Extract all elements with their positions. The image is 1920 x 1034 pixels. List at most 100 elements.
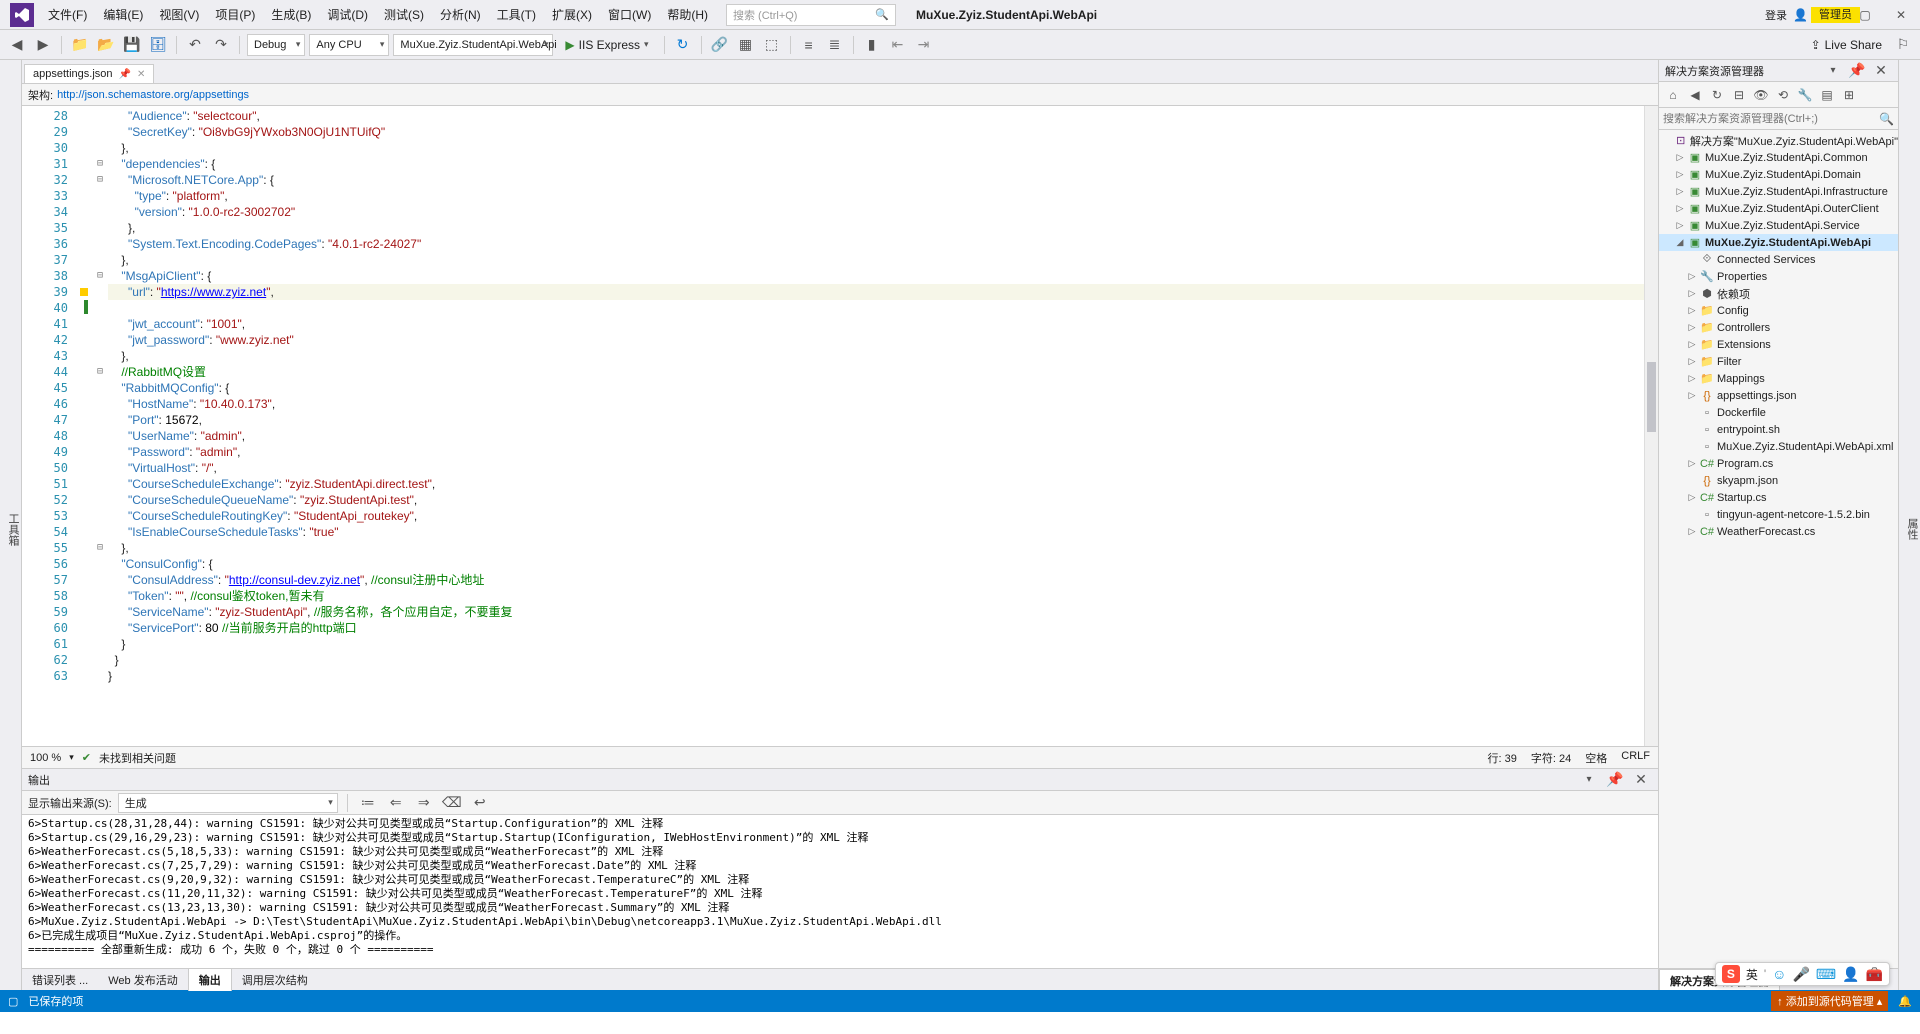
tb-icon-3[interactable]: ≡	[798, 34, 820, 56]
se-collapse-icon[interactable]: ⊟	[1729, 85, 1749, 105]
tb-icon-4[interactable]: ≣	[824, 34, 846, 56]
output-wrap-icon[interactable]: ↩	[469, 792, 491, 814]
tree-row[interactable]: ▷📁Extensions	[1659, 336, 1898, 353]
code-editor[interactable]: 2829303132333435363738394041424344454647…	[22, 106, 1658, 746]
bottom-tab-3[interactable]: 调用层次结构	[232, 969, 318, 991]
config-dropdown[interactable]: Debug	[247, 34, 305, 56]
run-button[interactable]: ▶ IIS Express ▾	[557, 34, 656, 56]
tree-row[interactable]: ▫MuXue.Zyiz.StudentApi.WebApi.xml	[1659, 438, 1898, 455]
new-project-button[interactable]: 📁	[69, 34, 91, 56]
editor-tab-appsettings[interactable]: appsettings.json 📌 ✕	[24, 64, 154, 83]
tree-row[interactable]: ▷🔧Properties	[1659, 268, 1898, 285]
output-next-icon[interactable]: ⇒	[413, 792, 435, 814]
se-home-icon[interactable]: ⌂	[1663, 85, 1683, 105]
ime-emoji-icon[interactable]: ☺	[1772, 966, 1786, 982]
menu-扩展(X)[interactable]: 扩展(X)	[544, 4, 600, 26]
menu-分析(N)[interactable]: 分析(N)	[432, 4, 489, 26]
vertical-scrollbar[interactable]	[1644, 106, 1658, 746]
se-pin-icon[interactable]: 📌	[1846, 60, 1868, 82]
startup-dropdown[interactable]: MuXue.Zyiz.StudentApi.WebApi	[393, 34, 553, 56]
refresh-button[interactable]: ↻	[672, 34, 694, 56]
menu-视图(V)[interactable]: 视图(V)	[151, 4, 207, 26]
bottom-tab-0[interactable]: 错误列表 ...	[22, 969, 98, 991]
tb-icon-1[interactable]: ▦	[735, 34, 757, 56]
close-icon[interactable]: ✕	[137, 69, 145, 80]
ime-user-icon[interactable]: 👤	[1842, 966, 1859, 983]
tree-row[interactable]: ▷📁Filter	[1659, 353, 1898, 370]
left-side-tab-toolbox[interactable]: 工具箱	[0, 60, 22, 990]
se-close-icon[interactable]: ✕	[1870, 60, 1892, 82]
sb-notif-icon[interactable]: 🔔	[1898, 995, 1912, 1008]
tree-row[interactable]: ▷C#Startup.cs	[1659, 489, 1898, 506]
tree-row[interactable]: ▷⬢依赖项	[1659, 285, 1898, 302]
menu-工具(T)[interactable]: 工具(T)	[489, 4, 544, 26]
save-button[interactable]: 💾	[121, 34, 143, 56]
tree-row[interactable]: ⟐Connected Services	[1659, 251, 1898, 268]
ime-voice-icon[interactable]: 🎤	[1792, 966, 1809, 983]
eol-mode[interactable]: CRLF	[1621, 750, 1650, 766]
menu-窗口(W)[interactable]: 窗口(W)	[600, 4, 659, 26]
redo-button[interactable]: ↷	[210, 34, 232, 56]
tree-row[interactable]: ▫Dockerfile	[1659, 404, 1898, 421]
tree-row[interactable]: ⊡解决方案"MuXue.Zyiz.StudentApi.WebApi"	[1659, 132, 1898, 149]
tree-row[interactable]: ▷C#WeatherForecast.cs	[1659, 523, 1898, 540]
tree-row[interactable]: ▷📁Config	[1659, 302, 1898, 319]
sb-source-control[interactable]: ↑ 添加到源代码管理 ▴	[1771, 991, 1888, 1011]
tree-row[interactable]: ▷▣MuXue.Zyiz.StudentApi.OuterClient	[1659, 200, 1898, 217]
menu-生成(B)[interactable]: 生成(B)	[263, 4, 319, 26]
output-dropdown-icon[interactable]: ▾	[1578, 769, 1600, 791]
output-goto-icon[interactable]: ≔	[357, 792, 379, 814]
tree-row[interactable]: ▷▣MuXue.Zyiz.StudentApi.Infrastructure	[1659, 183, 1898, 200]
quick-search[interactable]: 搜索 (Ctrl+Q) 🔍	[726, 4, 896, 26]
menu-测试(S)[interactable]: 测试(S)	[376, 4, 432, 26]
menu-编辑(E)[interactable]: 编辑(E)	[95, 4, 151, 26]
tb-icon-7[interactable]: ⇥	[913, 34, 935, 56]
bottom-tab-1[interactable]: Web 发布活动	[98, 969, 187, 991]
se-sync-icon[interactable]: ↻	[1707, 85, 1727, 105]
browser-link-button[interactable]: 🔗	[709, 34, 731, 56]
tree-row[interactable]: ◢▣MuXue.Zyiz.StudentApi.WebApi	[1659, 234, 1898, 251]
liveshare-button[interactable]: ⇪ Live Share	[1805, 38, 1888, 52]
se-prop-icon[interactable]: 🔧	[1795, 85, 1815, 105]
tree-row[interactable]: ▷▣MuXue.Zyiz.StudentApi.Domain	[1659, 166, 1898, 183]
menu-文件(F)[interactable]: 文件(F)	[40, 4, 95, 26]
menu-项目(P)[interactable]: 项目(P)	[207, 4, 263, 26]
issues-text[interactable]: 未找到相关问题	[99, 750, 176, 766]
user-icon[interactable]: 👤	[1793, 8, 1808, 22]
ime-lang[interactable]: 英	[1746, 966, 1758, 983]
nav-fwd-button[interactable]: ▶	[32, 34, 54, 56]
pin-icon[interactable]: 📌	[119, 69, 131, 80]
se-dropdown-icon[interactable]: ▾	[1822, 60, 1844, 82]
indent-mode[interactable]: 空格	[1585, 750, 1607, 766]
tb-icon-6[interactable]: ⇤	[887, 34, 909, 56]
se-search[interactable]: 🔍	[1659, 108, 1898, 130]
close-button[interactable]: ✕	[1886, 3, 1916, 27]
login-link[interactable]: 登录	[1765, 7, 1787, 23]
right-side-tab-properties[interactable]: 属性	[1898, 60, 1920, 990]
schema-url[interactable]: http://json.schemastore.org/appsettings	[57, 89, 249, 101]
se-preview-icon[interactable]: ▤	[1817, 85, 1837, 105]
output-pin-icon[interactable]: 📌	[1604, 769, 1626, 791]
tree-row[interactable]: ▷📁Mappings	[1659, 370, 1898, 387]
se-showall-icon[interactable]: 👁	[1751, 85, 1771, 105]
tb-icon-5[interactable]: ▮	[861, 34, 883, 56]
output-source-dropdown[interactable]: 生成	[118, 793, 338, 813]
output-clear-icon[interactable]: ⌫	[441, 792, 463, 814]
output-prev-icon[interactable]: ⇐	[385, 792, 407, 814]
menu-帮助(H)[interactable]: 帮助(H)	[659, 4, 716, 26]
se-search-input[interactable]	[1663, 113, 1879, 125]
tree-row[interactable]: ▷▣MuXue.Zyiz.StudentApi.Service	[1659, 217, 1898, 234]
ime-keyboard-icon[interactable]: ⌨	[1816, 966, 1836, 983]
se-refresh-icon[interactable]: ⟲	[1773, 85, 1793, 105]
save-all-button[interactable]: 🗄	[147, 34, 169, 56]
tb-icon-2[interactable]: ⬚	[761, 34, 783, 56]
tree-row[interactable]: ▫tingyun-agent-netcore-1.5.2.bin	[1659, 506, 1898, 523]
tree-row[interactable]: ▷{}appsettings.json	[1659, 387, 1898, 404]
open-button[interactable]: 📂	[95, 34, 117, 56]
se-filter-icon[interactable]: ⊞	[1839, 85, 1859, 105]
ime-tool-icon[interactable]: 🧰	[1866, 966, 1883, 983]
tree-row[interactable]: ▫entrypoint.sh	[1659, 421, 1898, 438]
nav-back-button[interactable]: ◀	[6, 34, 28, 56]
feedback-button[interactable]: ⚐	[1892, 34, 1914, 56]
tree-row[interactable]: {}skyapm.json	[1659, 472, 1898, 489]
